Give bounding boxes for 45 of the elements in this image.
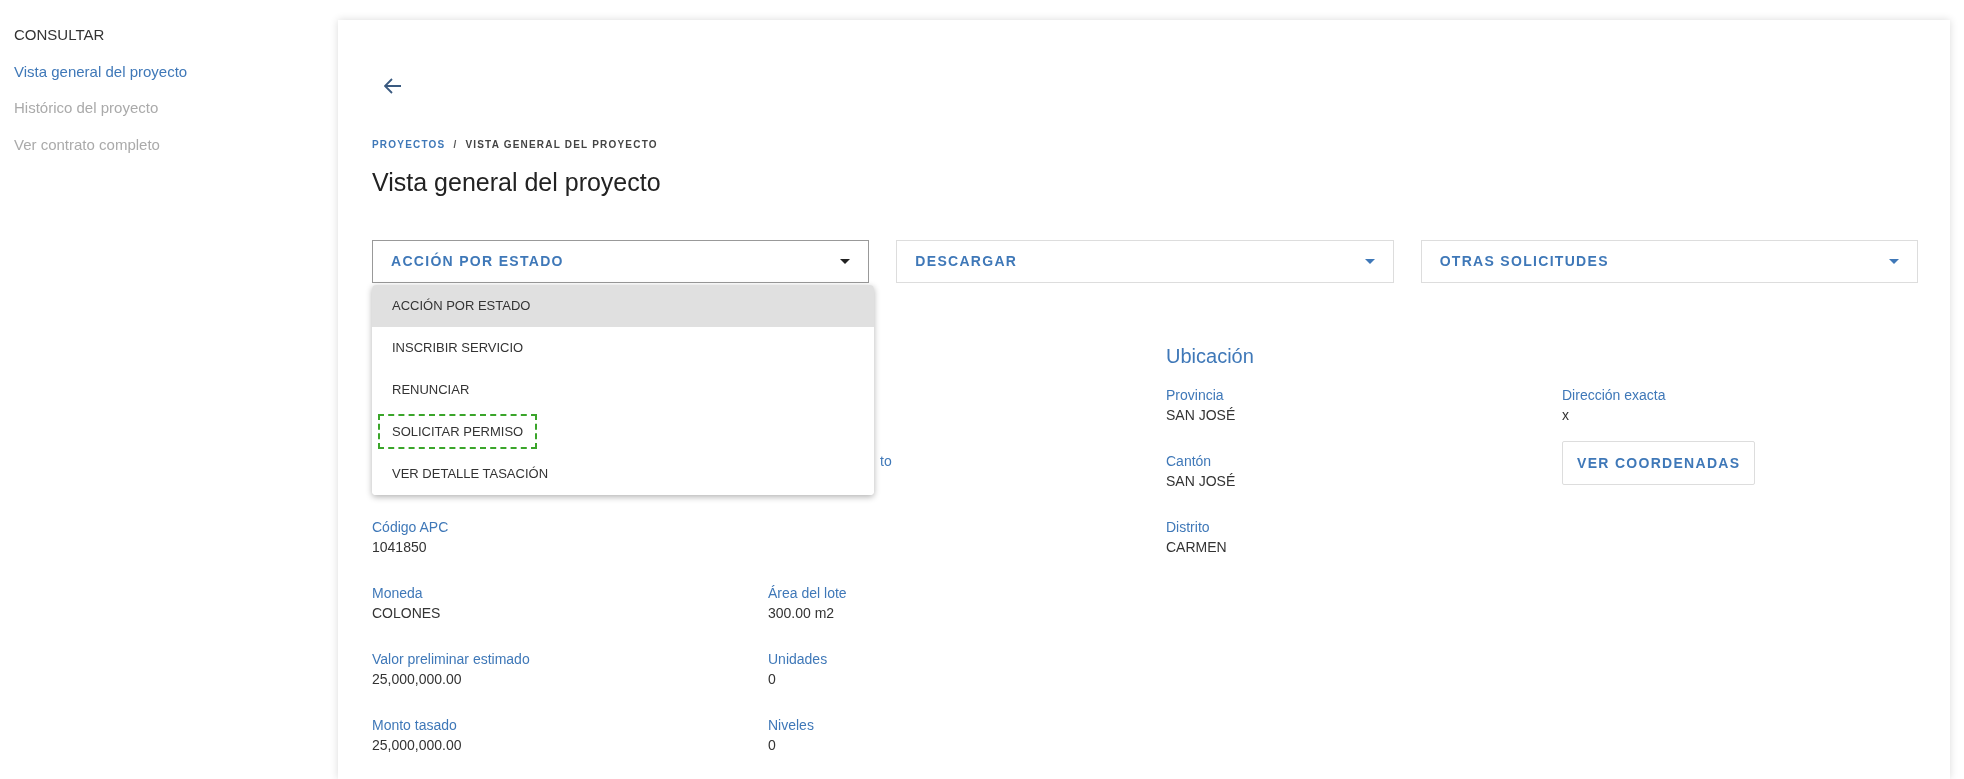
field-value: SAN JOSÉ bbox=[1166, 471, 1236, 491]
field-label: to bbox=[880, 451, 892, 471]
sidebar-link[interactable]: Histórico del proyecto bbox=[14, 97, 159, 120]
sidebar-link[interactable]: Ver contrato completo bbox=[14, 133, 160, 156]
section-heading: Ubicación bbox=[1166, 343, 1254, 369]
caret-icon bbox=[840, 258, 851, 264]
field-label: Monto tasado bbox=[372, 715, 457, 735]
field-value: x bbox=[1562, 405, 1569, 425]
back-arrow-icon[interactable] bbox=[384, 78, 402, 94]
menu-item[interactable]: VER DETALLE TASACIÓN bbox=[372, 452, 874, 495]
field-label: Código APC bbox=[372, 517, 449, 537]
sidebar-link[interactable]: Vista general del proyecto bbox=[14, 60, 188, 83]
menu-item[interactable]: SOLICITAR PERMISO bbox=[372, 410, 874, 453]
field-label: Niveles bbox=[768, 715, 814, 735]
menu-item[interactable]: RENUNCIAR bbox=[372, 368, 874, 411]
menu-item[interactable]: INSCRIBIR SERVICIO bbox=[372, 326, 874, 369]
field-value: 0 bbox=[768, 735, 776, 755]
field-value: 25,000,000.00 bbox=[372, 735, 462, 755]
field-value: COLONES bbox=[372, 603, 441, 623]
field-value: SAN JOSÉ bbox=[1166, 405, 1236, 425]
dropdown-button[interactable]: ACCIÓN POR ESTADO bbox=[372, 239, 870, 283]
dropdown-button[interactable]: DESCARGAR bbox=[896, 239, 1394, 283]
field-value: 300.00 m2 bbox=[768, 603, 835, 623]
field-value: 25,000,000.00 bbox=[372, 669, 462, 689]
field-label: Unidades bbox=[768, 649, 828, 669]
caret-icon bbox=[1364, 258, 1375, 264]
field-label: Área del lote bbox=[768, 583, 847, 603]
field-label: Valor preliminar estimado bbox=[372, 649, 530, 669]
field-value: 0 bbox=[768, 669, 776, 689]
breadcrumb-separator: / bbox=[453, 138, 458, 152]
field-value: 1041850 bbox=[372, 537, 427, 557]
sidebar-heading: CONSULTAR bbox=[14, 25, 105, 45]
breadcrumb-link[interactable]: PROYECTOS bbox=[372, 137, 446, 152]
field-label: Dirección exacta bbox=[1562, 385, 1666, 405]
field-label: Cantón bbox=[1166, 451, 1212, 471]
field-label: Moneda bbox=[372, 583, 423, 603]
field-label: Distrito bbox=[1166, 517, 1210, 537]
caret-icon bbox=[1889, 258, 1899, 264]
breadcrumb-text: VISTA GENERAL DEL PROYECTO bbox=[465, 138, 658, 152]
field-value: CARMEN bbox=[1166, 537, 1227, 557]
page-title: Vista general del proyecto bbox=[372, 167, 661, 198]
dropdown-button[interactable]: OTRAS SOLICITUDES bbox=[1420, 239, 1918, 283]
menu-item[interactable]: ACCIÓN POR ESTADO bbox=[372, 284, 874, 327]
field-label: Provincia bbox=[1166, 385, 1224, 405]
view-coordinates-button[interactable]: VER COORDENADAS bbox=[1562, 441, 1756, 485]
